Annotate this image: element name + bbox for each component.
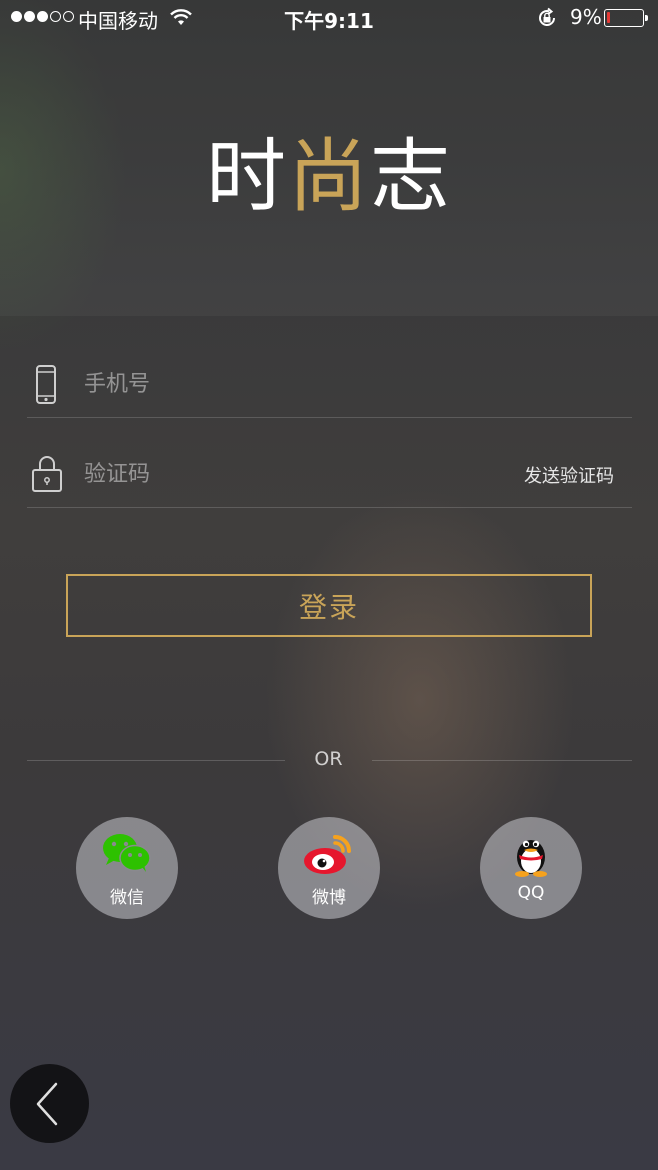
divider-line-right bbox=[372, 760, 632, 761]
status-bar: 中国移动 下午9:11 9% bbox=[0, 0, 658, 36]
chevron-left-icon bbox=[36, 1082, 58, 1126]
app-logo: 时尚志 bbox=[0, 112, 658, 228]
lock-icon bbox=[31, 455, 63, 497]
battery-icon bbox=[604, 9, 648, 27]
back-button[interactable] bbox=[10, 1064, 89, 1143]
divider-line-left bbox=[27, 760, 285, 761]
or-divider-text: OR bbox=[314, 748, 343, 770]
logo-char-1: 时 bbox=[206, 130, 288, 223]
wechat-icon bbox=[76, 831, 178, 879]
battery-percent: 9% bbox=[570, 5, 602, 29]
qq-login-button[interactable]: QQ bbox=[480, 817, 582, 919]
phone-icon bbox=[31, 365, 61, 409]
logo-char-3: 志 bbox=[370, 130, 452, 223]
logo-char-accent: 尚 bbox=[288, 130, 370, 223]
status-time: 下午9:11 bbox=[284, 9, 374, 33]
weibo-label: 微博 bbox=[312, 888, 346, 908]
phone-row bbox=[27, 357, 632, 418]
qq-label: QQ bbox=[517, 883, 545, 903]
qq-icon bbox=[480, 831, 582, 881]
wechat-login-button[interactable]: 微信 bbox=[76, 817, 178, 919]
login-button[interactable]: 登录 bbox=[66, 574, 592, 637]
battery-level-fill bbox=[607, 12, 610, 23]
verification-code-input[interactable] bbox=[82, 453, 466, 495]
weibo-icon bbox=[278, 831, 380, 881]
wechat-label: 微信 bbox=[110, 888, 144, 908]
send-code-button[interactable]: 发送验证码 bbox=[524, 462, 614, 488]
phone-input[interactable] bbox=[82, 363, 466, 405]
code-row: 发送验证码 bbox=[27, 447, 632, 508]
rotation-lock-icon bbox=[536, 7, 558, 34]
weibo-login-button[interactable]: 微博 bbox=[278, 817, 380, 919]
